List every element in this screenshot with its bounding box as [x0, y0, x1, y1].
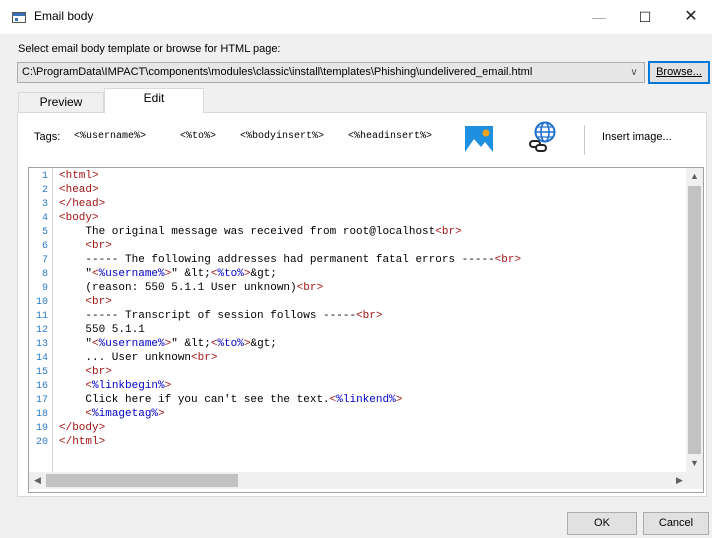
code-line: </body> [59, 422, 106, 434]
line-number: 1 [41, 171, 48, 182]
scroll-left-icon[interactable]: ◀ [29, 472, 46, 489]
line-number: 20 [35, 437, 48, 448]
line-number: 18 [35, 409, 48, 420]
code-line: <head> [59, 184, 99, 196]
line-number: 14 [35, 353, 48, 364]
horizontal-scrollbar[interactable]: ◀ ▶ [29, 472, 688, 489]
tag-headinsert[interactable]: <%headinsert%> [348, 131, 432, 142]
horizontal-scroll-thumb[interactable] [46, 474, 238, 487]
code-line: 550 5.1.1 [59, 324, 145, 336]
window-title: Email body [34, 9, 94, 23]
tab-preview[interactable]: Preview [18, 92, 104, 112]
tag-username[interactable]: <%username%> [74, 131, 146, 142]
line-number: 19 [35, 423, 48, 434]
line-number: 10 [35, 297, 48, 308]
code-line: </html> [59, 436, 106, 448]
title-bar: Email body — ☐ ✕ [0, 0, 712, 34]
code-line: (reason: 550 5.1.1 User unknown)<br> [59, 282, 324, 294]
line-number: 2 [41, 185, 48, 196]
line-number: 11 [35, 311, 48, 322]
tags-label: Tags: [34, 131, 61, 143]
window-icon [12, 12, 26, 23]
vertical-scroll-thumb[interactable] [688, 186, 701, 454]
insert-image-button[interactable]: Insert image... [602, 131, 672, 143]
minimize-button[interactable]: — [576, 0, 622, 34]
line-number: 16 [35, 381, 48, 392]
tag-bodyinsert[interactable]: <%bodyinsert%> [240, 131, 324, 142]
image-icon[interactable] [464, 125, 494, 153]
line-number: 4 [41, 213, 48, 224]
close-button[interactable]: ✕ [668, 0, 712, 34]
code-line: The original message was received from r… [59, 226, 462, 238]
code-line: "<%username%>" &lt;<%to%>&gt; [59, 338, 277, 350]
code-line: <%imagetag%> [85, 408, 165, 420]
line-number: 15 [35, 367, 48, 378]
tag-to[interactable]: <%to%> [180, 131, 216, 142]
code-line: <br> [85, 366, 112, 378]
line-number: 3 [41, 199, 48, 210]
toolbar-separator [584, 125, 585, 155]
line-number: 8 [41, 269, 48, 280]
template-path-value: C:\ProgramData\IMPACT\components\modules… [22, 66, 533, 78]
globe-link-icon[interactable] [528, 121, 558, 153]
html-code-editor[interactable]: 1 2 3 4 5 6 7 8 9 10 11 12 13 14 15 16 1… [28, 167, 704, 493]
code-line: ----- The following addresses had perman… [59, 254, 522, 266]
line-number: 6 [41, 241, 48, 252]
code-line: Click here if you can't see the text.<%l… [59, 394, 403, 406]
ok-button[interactable]: OK [567, 512, 637, 535]
line-number: 5 [41, 227, 48, 238]
code-line: "<%username%>" &lt;<%to%>&gt; [59, 268, 277, 280]
code-line: </head> [59, 198, 106, 210]
vertical-scrollbar[interactable]: ▲ ▼ [686, 168, 703, 472]
browse-button-label: Browse... [656, 66, 702, 78]
edit-panel: Tags: <%username%> <%to%> <%bodyinsert%>… [17, 112, 707, 497]
line-number: 9 [41, 283, 48, 294]
code-line: ----- Transcript of session follows ----… [59, 310, 383, 322]
line-number: 7 [41, 255, 48, 266]
line-number: 12 [35, 325, 48, 336]
tab-edit[interactable]: Edit [104, 88, 204, 113]
template-prompt-label: Select email body template or browse for… [18, 43, 281, 55]
line-number: 13 [35, 339, 48, 350]
line-number-gutter: 1 2 3 4 5 6 7 8 9 10 11 12 13 14 15 16 1… [29, 168, 53, 472]
chevron-down-icon[interactable]: ∨ [627, 64, 641, 81]
scroll-up-icon[interactable]: ▲ [686, 168, 703, 185]
maximize-button[interactable]: ☐ [622, 0, 668, 34]
scrollbar-corner [686, 472, 703, 489]
cancel-button[interactable]: Cancel [643, 512, 709, 535]
scroll-down-icon[interactable]: ▼ [686, 455, 703, 472]
template-path-combo[interactable]: C:\ProgramData\IMPACT\components\modules… [17, 62, 645, 83]
browse-button[interactable]: Browse... [648, 61, 710, 84]
code-line: <%linkbegin%> [85, 380, 172, 392]
line-number: 17 [35, 395, 48, 406]
code-line: <html> [59, 170, 99, 182]
code-line: <br> [85, 240, 112, 252]
code-line: <br> [85, 296, 112, 308]
code-line: <body> [59, 212, 99, 224]
code-line: ... User unknown<br> [59, 352, 218, 364]
